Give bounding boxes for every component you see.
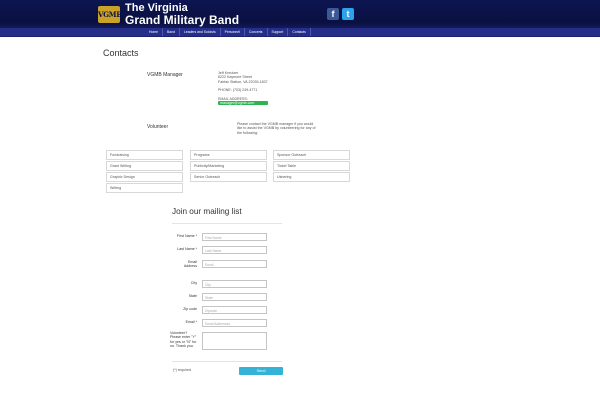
role-item[interactable]: Programs — [190, 150, 267, 160]
volunteer-label: Volunteer — [147, 124, 169, 130]
role-item[interactable]: Grant Writing — [106, 161, 183, 171]
manager-city: Fairfax Station, VA 22039-1837 — [218, 79, 268, 84]
divider — [172, 223, 282, 224]
nav-item-personnel[interactable]: Personnel — [221, 28, 245, 36]
state-input[interactable]: State — [202, 293, 267, 301]
mailing-list-title: Join our mailing list — [172, 207, 242, 216]
nav-item-leaders[interactable]: Leaders and Soloists — [180, 28, 221, 36]
nav-item-home[interactable]: Home — [145, 28, 164, 36]
manager-email-row: EMAIL ADDRESS: manager@vgmb.com — [218, 97, 268, 106]
manager-email-link[interactable]: manager@vgmb.com — [218, 101, 268, 106]
main-nav: Home Band Leaders and Soloists Personnel… — [0, 28, 600, 37]
roles-column-3: Sponsor Outreach Ticket Table Ushering — [273, 150, 350, 183]
send-button[interactable]: Send — [239, 367, 283, 375]
last-name-input[interactable]: Last Name — [202, 246, 267, 254]
email-label: Email * — [185, 320, 197, 324]
roles-column-2: Programs Publicity/Marketing Senior Outr… — [190, 150, 267, 183]
volunteer-question-label: Volunteer? Please enter "Y" for yes or "… — [170, 331, 197, 349]
email-input[interactable]: Email Addresses — [202, 319, 267, 327]
vgmb-logo[interactable]: VGMB — [98, 6, 122, 23]
zip-code-input[interactable]: Zipcode — [202, 306, 267, 314]
role-item[interactable]: Writing — [106, 183, 183, 193]
nav-item-concerts[interactable]: Concerts — [245, 28, 268, 36]
manager-contact-info: Jeff Kreutzer 6222 Kaymore Street Fairfa… — [218, 71, 268, 106]
volunteer-answer-textarea[interactable] — [202, 332, 267, 350]
divider — [172, 361, 282, 362]
state-label: State — [188, 294, 197, 298]
volunteer-text: Please contact the VGMB manager if you w… — [237, 122, 316, 135]
manager-label: VGMB Manager — [147, 72, 183, 78]
city-label: City — [190, 281, 197, 285]
role-item[interactable]: Ushering — [273, 172, 350, 182]
role-item[interactable]: Fundraising — [106, 150, 183, 160]
roles-column-1: Fundraising Grant Writing Graphic Design… — [106, 150, 183, 194]
city-input[interactable]: City — [202, 280, 267, 288]
last-name-label: Last Name * — [177, 247, 197, 251]
nav-item-contacts[interactable]: Contacts — [288, 28, 311, 36]
site-title[interactable]: The Virginia Grand Military Band — [125, 2, 239, 27]
twitter-icon[interactable]: t — [342, 8, 354, 20]
role-item[interactable]: Graphic Design — [106, 172, 183, 182]
nav-item-support[interactable]: Support — [268, 28, 289, 36]
first-name-input[interactable]: First Name — [202, 233, 267, 241]
site-header: VGMB The Virginia Grand Military Band f … — [0, 0, 600, 28]
first-name-label: First Name * — [177, 234, 197, 238]
zip-code-label: Zip code — [183, 307, 197, 311]
facebook-icon[interactable]: f — [327, 8, 339, 20]
nav-item-band[interactable]: Band — [163, 28, 180, 36]
role-item[interactable]: Ticket Table — [273, 161, 350, 171]
role-item[interactable]: Publicity/Marketing — [190, 161, 267, 171]
required-note: (*) required — [173, 368, 191, 372]
page-title: Contacts — [103, 48, 139, 58]
email-label: EMAIL ADDRESS: — [218, 96, 248, 101]
role-item[interactable]: Sponsor Outreach — [273, 150, 350, 160]
email-address-label: Email Address — [183, 260, 197, 269]
role-item[interactable]: Senior Outreach — [190, 172, 267, 182]
site-title-line2: Grand Military Band — [125, 13, 240, 27]
email-address-input[interactable]: Email — [202, 260, 267, 268]
